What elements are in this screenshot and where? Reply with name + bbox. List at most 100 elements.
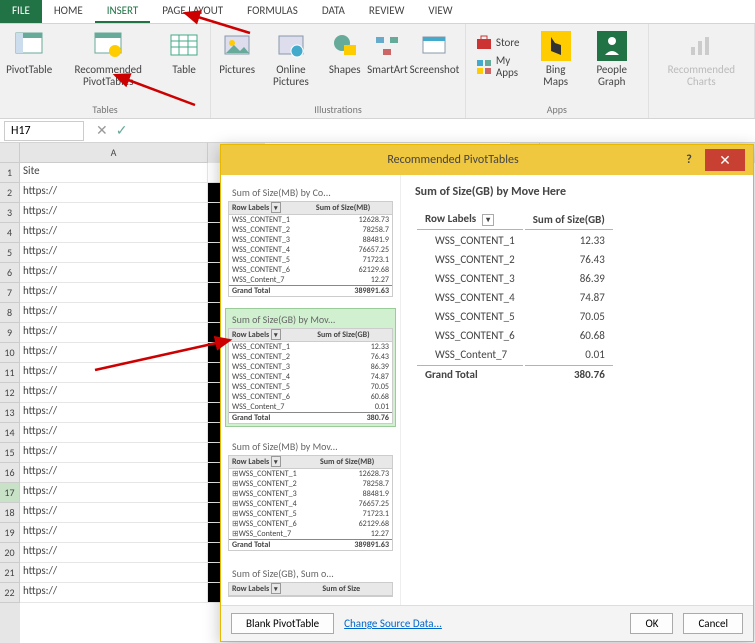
pivottable-icon <box>13 30 45 62</box>
row-header[interactable]: 20 <box>0 543 20 563</box>
pivottable-button[interactable]: PivotTable <box>6 28 52 78</box>
screenshot-button[interactable]: Screenshot <box>410 28 459 78</box>
screenshot-icon <box>418 30 450 62</box>
dialog-titlebar[interactable]: Recommended PivotTables ? ✕ <box>221 145 753 175</box>
ribbon: PivotTable Recommended PivotTables Table… <box>0 24 755 119</box>
group-apps: Store My Apps Bing Maps People Graph App… <box>466 24 649 118</box>
cell[interactable]: https:// <box>20 183 208 203</box>
smartart-button[interactable]: SmartArt <box>367 28 408 78</box>
tab-file[interactable]: FILE <box>0 0 42 23</box>
recommended-pivottables-icon <box>92 30 124 62</box>
row-header[interactable]: 1 <box>0 163 20 183</box>
bing-maps-button[interactable]: Bing Maps <box>532 28 580 90</box>
thumbnails-panel[interactable]: Sum of Size(MB) by Co... Row Labels ▾Sum… <box>221 175 401 605</box>
shapes-icon <box>329 30 361 62</box>
cell[interactable]: https:// <box>20 483 208 503</box>
row-header[interactable]: 11 <box>0 363 20 383</box>
row-header[interactable]: 18 <box>0 503 20 523</box>
cell[interactable]: https:// <box>20 403 208 423</box>
ok-button[interactable]: OK <box>630 613 673 634</box>
row-header[interactable]: 3 <box>0 203 20 223</box>
cell[interactable]: https:// <box>20 243 208 263</box>
tab-review[interactable]: REVIEW <box>357 0 417 23</box>
row-header[interactable]: 5 <box>0 243 20 263</box>
row-header[interactable]: 17 <box>0 483 20 503</box>
cell[interactable]: https:// <box>20 583 208 603</box>
people-graph-button[interactable]: People Graph <box>582 28 642 90</box>
cell[interactable]: https:// <box>20 363 208 383</box>
row-header[interactable]: 13 <box>0 403 20 423</box>
recommended-charts-button[interactable]: Recommended Charts <box>655 28 748 90</box>
cell[interactable]: https:// <box>20 423 208 443</box>
close-button[interactable]: ✕ <box>705 149 745 171</box>
row-header[interactable]: 4 <box>0 223 20 243</box>
row-header[interactable]: 2 <box>0 183 20 203</box>
tab-view[interactable]: VIEW <box>416 0 464 23</box>
pivot-thumbnail[interactable]: Sum of Size(MB) by Mov... Row Labels ▾Su… <box>225 435 396 554</box>
bing-icon <box>540 30 572 62</box>
tab-formulas[interactable]: FORMULAS <box>235 0 310 23</box>
row-header[interactable]: 22 <box>0 583 20 603</box>
row-header[interactable]: 19 <box>0 523 20 543</box>
cell[interactable]: Site <box>20 163 208 183</box>
tab-data[interactable]: DATA <box>310 0 357 23</box>
dialog-footer: Blank PivotTable Change Source Data... O… <box>221 605 753 641</box>
col-header-a[interactable]: A <box>20 143 208 163</box>
cell[interactable]: https:// <box>20 223 208 243</box>
row-header[interactable]: 21 <box>0 563 20 583</box>
cell[interactable]: https:// <box>20 343 208 363</box>
recommended-charts-icon <box>685 30 717 62</box>
accept-formula-icon[interactable]: ✓ <box>116 122 128 139</box>
cell[interactable]: https:// <box>20 443 208 463</box>
row-header[interactable]: 7 <box>0 283 20 303</box>
row-header[interactable]: 9 <box>0 323 20 343</box>
cell[interactable]: https:// <box>20 383 208 403</box>
cell[interactable]: https:// <box>20 463 208 483</box>
cell[interactable]: https:// <box>20 303 208 323</box>
dialog-title: Recommended PivotTables <box>229 153 677 167</box>
group-illustrations: Pictures Online Pictures Shapes SmartArt… <box>211 24 466 118</box>
row-header[interactable]: 8 <box>0 303 20 323</box>
blank-pivottable-button[interactable]: Blank PivotTable <box>231 613 334 634</box>
cell[interactable]: https:// <box>20 203 208 223</box>
recommended-pivottables-dialog: Recommended PivotTables ? ✕ Sum of Size(… <box>220 144 754 642</box>
cell[interactable]: https:// <box>20 503 208 523</box>
shapes-button[interactable]: Shapes <box>325 28 365 78</box>
row-header[interactable]: 16 <box>0 463 20 483</box>
group-tables: PivotTable Recommended PivotTables Table… <box>0 24 211 118</box>
tab-insert[interactable]: INSERT <box>95 0 151 23</box>
formula-bar: ✕ ✓ <box>0 119 755 143</box>
ribbon-tabs: FILE HOME INSERT PAGE LAYOUT FORMULAS DA… <box>0 0 755 24</box>
tab-home[interactable]: HOME <box>42 0 95 23</box>
cancel-button[interactable]: Cancel <box>683 613 743 634</box>
row-header[interactable]: 14 <box>0 423 20 443</box>
tab-page-layout[interactable]: PAGE LAYOUT <box>150 0 235 23</box>
store-button[interactable]: Store <box>472 34 530 52</box>
cell[interactable]: https:// <box>20 563 208 583</box>
dropdown-icon[interactable]: ▾ <box>482 214 494 226</box>
pivot-thumbnail[interactable]: Sum of Size(MB) by Co... Row Labels ▾Sum… <box>225 181 396 300</box>
pivot-thumbnail[interactable]: Sum of Size(GB) by Mov... Row Labels ▾Su… <box>225 308 396 427</box>
cancel-formula-icon[interactable]: ✕ <box>96 122 108 139</box>
my-apps-button[interactable]: My Apps <box>472 54 530 80</box>
cell[interactable]: https:// <box>20 523 208 543</box>
cell[interactable]: https:// <box>20 323 208 343</box>
pictures-icon <box>221 30 253 62</box>
preview-table: Row Labels▾Sum of Size(GB) WSS_CONTENT_1… <box>415 207 615 385</box>
group-charts: Recommended Charts <box>649 24 755 118</box>
pictures-button[interactable]: Pictures <box>217 28 257 78</box>
name-box[interactable] <box>4 121 84 141</box>
row-header[interactable]: 10 <box>0 343 20 363</box>
cell[interactable]: https:// <box>20 263 208 283</box>
online-pictures-button[interactable]: Online Pictures <box>259 28 323 90</box>
cell[interactable]: https:// <box>20 543 208 563</box>
row-header[interactable]: 15 <box>0 443 20 463</box>
help-button[interactable]: ? <box>677 153 701 167</box>
change-source-data-link[interactable]: Change Source Data... <box>344 617 442 630</box>
table-button[interactable]: Table <box>164 28 204 78</box>
cell[interactable]: https:// <box>20 283 208 303</box>
pivot-thumbnail[interactable]: Sum of Size(GB), Sum o... Row Labels ▾Su… <box>225 562 396 600</box>
row-header[interactable]: 6 <box>0 263 20 283</box>
recommended-pivottables-button[interactable]: Recommended PivotTables <box>54 28 162 90</box>
row-header[interactable]: 12 <box>0 383 20 403</box>
